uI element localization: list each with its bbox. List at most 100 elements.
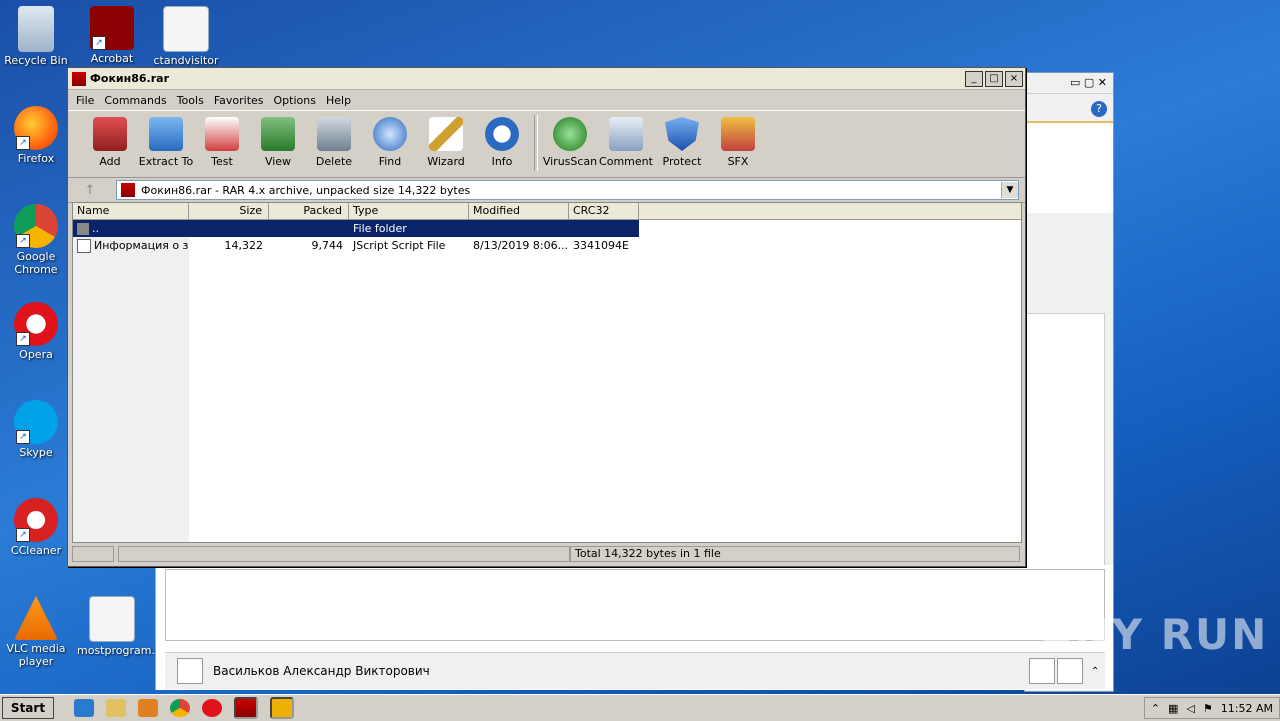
row-name: .. (73, 222, 189, 235)
maximize-button[interactable]: □ (985, 70, 1003, 87)
winrar-taskbar-icon[interactable] (234, 697, 258, 719)
virusscan-icon (553, 117, 587, 151)
desktop-icon-label: Acrobat (90, 52, 134, 65)
opera-icon: ↗ (14, 302, 58, 346)
desktop-icon-firefox[interactable]: ↗ Firefox (1, 106, 71, 165)
find-button[interactable]: Find (362, 111, 418, 168)
extract-to-button[interactable]: Extract To (138, 111, 194, 168)
media-player-icon[interactable] (138, 699, 158, 717)
chrome-icon[interactable] (170, 699, 190, 717)
delete-icon (317, 117, 351, 151)
info-button[interactable]: Info (474, 111, 530, 168)
status-left (118, 546, 570, 562)
desktop-icon-ccleaner[interactable]: ↗ CCleaner (1, 498, 71, 557)
script-file-icon (77, 238, 91, 253)
title-bar[interactable]: Фокин86.rar _ □ × (68, 68, 1025, 90)
desktop-icon-label: ctandvisitor (153, 54, 219, 67)
flag-icon[interactable]: ⚑ (1203, 702, 1213, 715)
delete-button[interactable]: Delete (306, 111, 362, 168)
watermark: ANY RUN (1040, 610, 1269, 659)
start-button[interactable]: Start (2, 697, 54, 719)
drive-key-icon[interactable] (72, 546, 114, 562)
taskbar: Start ⌃ ▦ ◁ ⚑ 11:52 AM (0, 694, 1280, 721)
column-crc32[interactable]: CRC32 (569, 203, 639, 219)
desktop-icon-mostprogram[interactable]: mostprogram... (77, 596, 162, 657)
app-taskbar-icon[interactable] (270, 697, 294, 719)
find-icon (373, 117, 407, 151)
word-doc-icon (163, 6, 209, 52)
vlc-icon (14, 596, 58, 640)
desktop-icon-skype[interactable]: ↗ Skype (1, 400, 71, 459)
row-modified: 8/13/2019 8:06... (473, 239, 569, 252)
volume-icon[interactable]: ◁ (1186, 702, 1194, 715)
sfx-button[interactable]: SFX (710, 111, 766, 168)
chevron-down-icon[interactable]: ▼ (1001, 182, 1018, 198)
sfx-icon (721, 117, 755, 151)
desktop-icon-label: Recycle Bin (4, 54, 68, 67)
recycle-bin-icon (18, 6, 54, 52)
desktop-icon-ctandvisitor[interactable]: ctandvisitor (151, 6, 221, 67)
view-icon (261, 117, 295, 151)
chevron-up-icon[interactable]: ⌃ (1091, 666, 1105, 677)
close-button[interactable]: × (1005, 70, 1023, 87)
file-list: Name Size Packed Type Modified CRC32 .. … (72, 202, 1022, 543)
opera-icon[interactable] (202, 699, 222, 717)
wizard-icon (429, 117, 463, 151)
contact-avatar-icon-3 (1057, 658, 1083, 684)
contact-avatar-icon (177, 658, 203, 684)
word-doc-icon (89, 596, 135, 642)
menu-options[interactable]: Options (270, 94, 322, 107)
desktop-icon-opera[interactable]: ↗ Opera (1, 302, 71, 361)
table-row[interactable]: Информация о з... 14,322 9,744 JScript S… (73, 237, 1021, 254)
menu-file[interactable]: File (72, 94, 100, 107)
explorer-icon[interactable] (106, 699, 126, 717)
row-packed: 9,744 (311, 239, 344, 252)
winrar-app-icon (72, 71, 86, 86)
table-row[interactable]: .. File folder (73, 220, 639, 237)
view-button[interactable]: View (250, 111, 306, 168)
comment-icon (609, 117, 643, 151)
desktop-icon-chrome[interactable]: ↗ Google Chrome (1, 204, 71, 276)
address-text: Фокин86.rar - RAR 4.x archive, unpacked … (141, 183, 471, 197)
contact-avatar-icon-2 (1029, 658, 1055, 684)
column-type[interactable]: Type (349, 203, 469, 219)
tray-expand-icon[interactable]: ⌃ (1151, 702, 1160, 715)
window-title: Фокин86.rar (90, 72, 169, 85)
desktop-icon-acrobat[interactable]: ↗ Acrobat (77, 6, 147, 65)
toolbar-separator (534, 115, 538, 171)
test-button[interactable]: Test (194, 111, 250, 168)
virusscan-button[interactable]: VirusScan (542, 111, 598, 168)
ie-icon[interactable] (74, 699, 94, 717)
protect-button[interactable]: Protect (654, 111, 710, 168)
column-modified[interactable]: Modified (469, 203, 569, 219)
toolbar: Add Extract To Test View Delete Find Wiz… (68, 110, 1025, 178)
menu-tools[interactable]: Tools (173, 94, 210, 107)
test-icon (205, 117, 239, 151)
info-icon (485, 117, 519, 151)
help-icon[interactable]: ? (1091, 101, 1107, 117)
wizard-button[interactable]: Wizard (418, 111, 474, 168)
menu-help[interactable]: Help (322, 94, 357, 107)
row-crc: 3341094E (573, 239, 629, 252)
background-panel (1025, 121, 1113, 213)
address-field[interactable]: Фокин86.rar - RAR 4.x archive, unpacked … (116, 180, 1019, 200)
comment-button[interactable]: Comment (598, 111, 654, 168)
add-button[interactable]: Add (82, 111, 138, 168)
address-bar: ↑ Фокин86.rar - RAR 4.x archive, unpacke… (68, 178, 1025, 203)
minimize-button[interactable]: _ (965, 70, 983, 87)
column-size[interactable]: Size (189, 203, 269, 219)
column-name[interactable]: Name (73, 203, 189, 219)
desktop-icon-label: Skype (19, 446, 53, 459)
desktop-icon-vlc[interactable]: VLC media player (1, 596, 71, 668)
column-packed[interactable]: Packed (269, 203, 349, 219)
left-pane (73, 220, 189, 542)
skype-icon: ↗ (14, 400, 58, 444)
network-icon[interactable]: ▦ (1168, 702, 1178, 715)
clock[interactable]: 11:52 AM (1221, 702, 1273, 715)
archive-icon (121, 183, 135, 197)
desktop-icon-recycle-bin[interactable]: Recycle Bin (1, 6, 71, 67)
up-arrow-icon[interactable]: ↑ (78, 183, 102, 198)
menu-commands[interactable]: Commands (100, 94, 172, 107)
protect-icon (665, 117, 699, 151)
menu-favorites[interactable]: Favorites (210, 94, 270, 107)
